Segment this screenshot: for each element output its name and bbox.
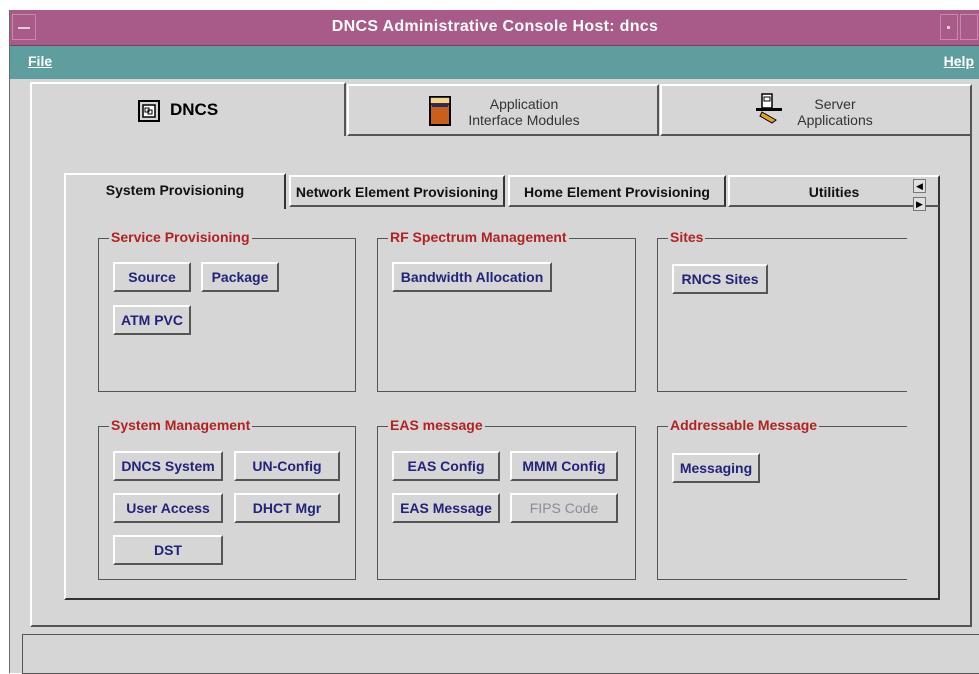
mmm-config-button[interactable]: MMM Config [510,451,618,481]
scroll-left-icon[interactable]: ◀ [913,179,926,193]
tab-server-applications[interactable]: Server Applications [660,84,972,136]
group-title: RF Spectrum Management [388,229,569,245]
status-bar [22,634,979,674]
tab-server-label-line1: Server [814,96,856,112]
fips-code-button[interactable]: FIPS Code [510,493,618,523]
eas-message-button[interactable]: EAS Message [392,493,500,523]
dncs-system-button[interactable]: DNCS System [113,451,223,481]
tab-system-provisioning[interactable]: System Provisioning [64,173,286,209]
maximize-button[interactable] [960,14,978,40]
dhct-mgr-button[interactable]: DHCT Mgr [234,493,340,523]
group-addressable-message: Addressable Message [657,417,907,580]
bandwidth-allocation-button[interactable]: Bandwidth Allocation [392,262,552,292]
tab-network-element-provisioning[interactable]: Network Element Provisioning [289,175,505,207]
dst-button[interactable]: DST [113,535,223,565]
atm-pvc-button[interactable]: ATM PVC [113,305,191,335]
menu-file[interactable]: File [28,53,52,69]
tab-application-interface-modules[interactable]: Application Interface Modules [347,84,659,136]
group-sites: Sites [657,229,907,392]
console-window: DNCS Administrative Console Host: dncs F… [9,10,979,674]
menu-file-label: File [28,53,53,69]
tab-scroll-arrows: ◀▶ [913,176,939,211]
menu-bar: File Help [10,46,979,79]
source-button[interactable]: Source [113,262,191,292]
group-title: Sites [668,229,706,245]
title-bar[interactable]: DNCS Administrative Console Host: dncs [10,10,979,46]
rncs-sites-button[interactable]: RNCS Sites [672,264,768,294]
eas-config-button[interactable]: EAS Config [392,451,500,481]
group-title: Addressable Message [668,417,820,433]
server-applications-icon [756,93,782,124]
tab-home-element-provisioning[interactable]: Home Element Provisioning [508,175,726,207]
tab-aim-label-line2: Interface Modules [468,112,580,128]
tab-server-label: Server Applications [790,96,880,128]
tab-aim-label: Application Interface Modules [459,96,589,128]
group-title: System Management [109,417,253,433]
menu-help[interactable]: Help [944,53,974,69]
window-title: DNCS Administrative Console Host: dncs [331,18,659,35]
messaging-button[interactable]: Messaging [672,453,760,483]
un-config-button[interactable]: UN-Config [234,451,340,481]
minimize-button[interactable] [940,14,958,40]
menu-help-label: Help [943,53,974,69]
tab-dncs-label: DNCS [170,100,219,119]
package-button[interactable]: Package [201,262,279,292]
tab-utilities[interactable]: Utilities [728,175,940,207]
tab-aim-label-line1: Application [489,96,559,112]
group-title: EAS message [388,417,485,433]
tab-dncs[interactable]: DNCS [30,82,346,136]
user-access-button[interactable]: User Access [113,493,223,523]
group-title: Service Provisioning [109,229,252,245]
application-module-icon [429,96,451,126]
dncs-console-icon [138,100,160,122]
tab-server-label-line2: Applications [797,112,873,128]
